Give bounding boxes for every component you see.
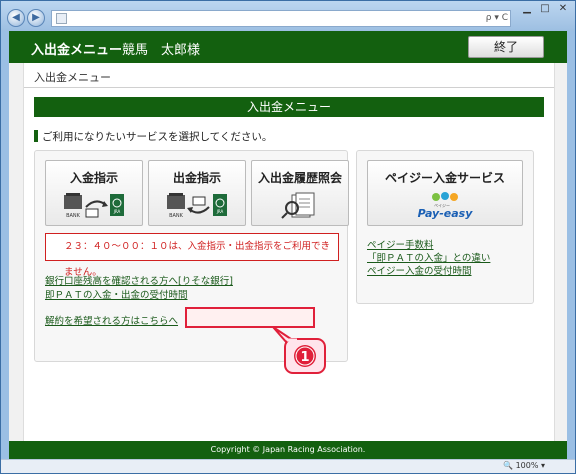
callout-1: 1 xyxy=(267,323,337,379)
payeasy-hours-link[interactable]: ペイジー入金の受付時間 xyxy=(367,263,472,277)
svg-text:Pay-easy: Pay-easy xyxy=(418,207,474,220)
payeasy-difference-link[interactable]: 「即ＰＡＴの入金」との違い xyxy=(367,250,490,264)
deposit-label: 入金指示 xyxy=(69,171,118,185)
zoom-level[interactable]: 🔍 100% ▾ xyxy=(503,461,545,470)
address-bar-controls[interactable]: ρ ▾ C xyxy=(486,13,508,23)
maximize-icon[interactable]: □ xyxy=(535,3,555,14)
breadcrumb: 入出金メニュー xyxy=(34,71,111,84)
history-label: 入出金履歴照会 xyxy=(257,171,342,185)
section-title: 入出金メニュー xyxy=(34,97,544,117)
payeasy-fee-link[interactable]: ペイジー手数料 xyxy=(367,237,434,251)
close-icon[interactable]: ✕ xyxy=(553,3,573,14)
browser-toolbar: ◀ ▶ ρ ▾ C ▁ □ ✕ xyxy=(1,1,575,31)
minimize-icon[interactable]: ▁ xyxy=(517,3,537,14)
deposit-button[interactable]: 入金指示 BANK JRA xyxy=(45,160,143,226)
withdrawal-icon: BANK JRA xyxy=(149,191,245,221)
site-header: 入出金メニュー 競馬 太郎様 終了 xyxy=(9,31,567,63)
svg-text:BANK: BANK xyxy=(66,213,81,219)
page-content: 入出金メニュー 競馬 太郎様 終了 入出金メニュー 入出金メニュー ご利用になり… xyxy=(9,31,567,459)
svg-text:BANK: BANK xyxy=(169,213,184,219)
user-name: 競馬 太郎様 xyxy=(122,43,201,58)
history-button[interactable]: 入出金履歴照会 xyxy=(251,160,349,226)
svg-text:JRA: JRA xyxy=(216,209,224,214)
payeasy-logo-icon: ペイジー Pay-easy xyxy=(368,191,522,221)
browser-window: ◀ ▶ ρ ▾ C ▁ □ ✕ 入出金メニュー 競馬 太郎様 終了 入出金メニュ… xyxy=(0,0,576,474)
svg-text:1: 1 xyxy=(300,350,309,365)
status-bar: 🔍 100% ▾ xyxy=(1,459,575,473)
payeasy-panel: ペイジー入金サービス ペイジー Pay-easy ペイジー手数料 「即ＰＡＴの入… xyxy=(356,150,534,304)
instruction-text: ご利用になりたいサービスを選択してください。 xyxy=(42,131,273,143)
history-icon xyxy=(252,191,348,221)
breadcrumb-divider xyxy=(24,87,554,88)
svg-text:JRA: JRA xyxy=(113,209,121,214)
exit-button[interactable]: 終了 xyxy=(468,36,544,58)
footer: Copyright © Japan Racing Association. xyxy=(9,441,567,459)
payeasy-label: ペイジー入金サービス xyxy=(384,171,505,185)
back-button[interactable]: ◀ xyxy=(7,9,25,27)
cancel-contract-link[interactable]: 解約を希望される方はこちらへ xyxy=(45,313,178,327)
reception-hours-link[interactable]: 即ＰＡＴの入金・出金の受付時間 xyxy=(45,287,188,301)
main-panel: 入出金メニュー 入出金メニュー ご利用になりたいサービスを選択してください。 入… xyxy=(23,63,555,441)
service-hours-warning: ２３：４０～００：１０は、入金指示・出金指示をご利用できません。 xyxy=(45,233,339,278)
withdrawal-button[interactable]: 出金指示 BANK JRA xyxy=(148,160,246,226)
page-icon xyxy=(56,13,67,24)
bank-balance-link[interactable]: 銀行口座残高を確認される方へ[りそな銀行] xyxy=(45,273,233,287)
withdrawal-label: 出金指示 xyxy=(172,171,221,185)
header-title: 入出金メニュー xyxy=(31,43,123,58)
payeasy-button[interactable]: ペイジー入金サービス ペイジー Pay-easy xyxy=(367,160,523,226)
forward-button[interactable]: ▶ xyxy=(27,9,45,27)
deposit-icon: BANK JRA xyxy=(46,191,142,221)
address-bar[interactable]: ρ ▾ C xyxy=(51,10,511,27)
instruction-marker xyxy=(34,130,38,142)
